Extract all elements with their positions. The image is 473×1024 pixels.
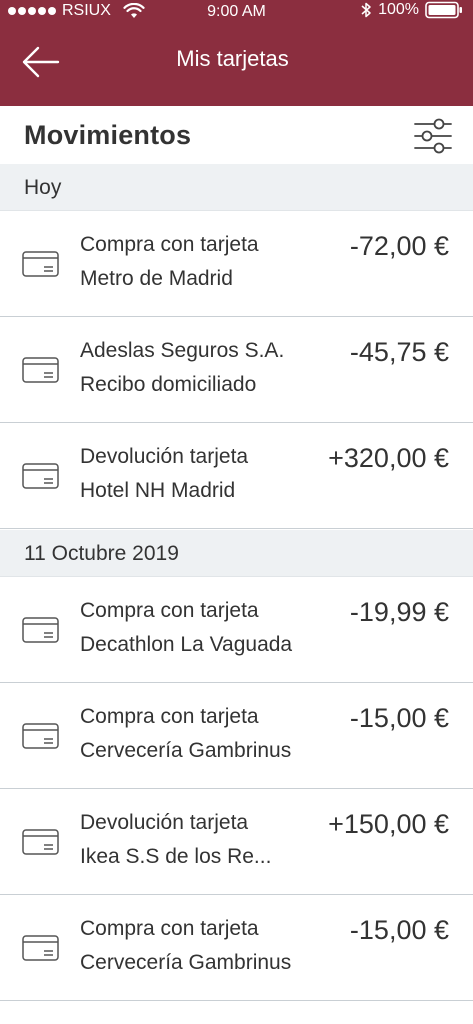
transaction-amount: -19,99 € <box>349 597 449 627</box>
transaction-type: Compra con tarjeta <box>80 233 259 256</box>
transaction-row[interactable]: Compra con tarjeta Decathlon La Vaguada … <box>0 577 473 683</box>
transaction-type: Devolución tarjeta <box>80 811 249 834</box>
section-header: Movimientos <box>0 106 473 165</box>
transaction-amount: -72,00 € <box>349 231 449 261</box>
transaction-merchant: Hotel NH Madrid <box>80 479 236 502</box>
transaction-merchant: Cervecería Gambrinus <box>80 951 292 974</box>
transaction-type: Compra con tarjeta <box>80 705 259 728</box>
transaction-row[interactable]: Devolución tarjeta Hotel NH Madrid +320,… <box>0 423 473 529</box>
credit-card-icon <box>22 935 59 961</box>
bluetooth-icon <box>361 2 371 18</box>
group-header-today: Hoy <box>0 164 473 211</box>
credit-card-icon <box>22 357 59 383</box>
transaction-type: Adeslas Seguros S.A. <box>80 339 285 362</box>
credit-card-icon <box>22 617 59 643</box>
status-bar: RSIUX 9:00 AM 100% <box>0 0 473 24</box>
group-label: 11 Octubre 2019 <box>24 542 179 565</box>
transaction-merchant: Decathlon La Vaguada <box>80 633 293 656</box>
page-title: Mis tarjetas <box>176 46 289 71</box>
credit-card-icon <box>22 463 59 489</box>
transaction-type: Devolución tarjeta <box>80 445 249 468</box>
transaction-row[interactable]: Compra con tarjeta Cervecería Gambrinus … <box>0 683 473 789</box>
transaction-amount: -45,75 € <box>349 337 449 367</box>
credit-card-icon <box>22 829 59 855</box>
battery-icon <box>425 1 462 19</box>
transaction-merchant: Cervecería Gambrinus <box>80 739 292 762</box>
transaction-row[interactable]: Compra con tarjeta Cervecería Gambrinus … <box>0 895 473 1001</box>
battery-percentage: 100% <box>378 1 419 18</box>
nav-bar: Mis tarjetas <box>0 24 473 106</box>
transaction-amount: +150,00 € <box>328 809 449 839</box>
transaction-merchant: Recibo domiciliado <box>80 373 257 396</box>
app-header: RSIUX 9:00 AM 100% Mis tarjetas <box>0 0 473 106</box>
credit-card-icon <box>22 251 59 277</box>
transaction-type: Compra con tarjeta <box>80 599 259 622</box>
transaction-merchant: Metro de Madrid <box>80 267 233 290</box>
group-header-date: 11 Octubre 2019 <box>0 530 473 577</box>
transaction-type: Compra con tarjeta <box>80 917 259 940</box>
transaction-amount: +320,00 € <box>328 443 449 473</box>
transaction-row[interactable]: Compra con tarjeta Metro de Madrid -72,0… <box>0 211 473 317</box>
group-label: Hoy <box>24 176 62 199</box>
credit-card-icon <box>22 723 59 749</box>
status-right: 100% <box>360 1 463 19</box>
transaction-amount: -15,00 € <box>349 703 449 733</box>
transaction-merchant: Ikea S.S de los Re... <box>80 845 272 868</box>
transaction-row[interactable]: Devolución tarjeta Ikea S.S de los Re...… <box>0 789 473 895</box>
transaction-row[interactable]: Adeslas Seguros S.A. Recibo domiciliado … <box>0 317 473 423</box>
section-title: Movimientos <box>24 120 192 150</box>
sliders-icon[interactable] <box>413 118 453 154</box>
transaction-amount: -15,00 € <box>349 915 449 945</box>
